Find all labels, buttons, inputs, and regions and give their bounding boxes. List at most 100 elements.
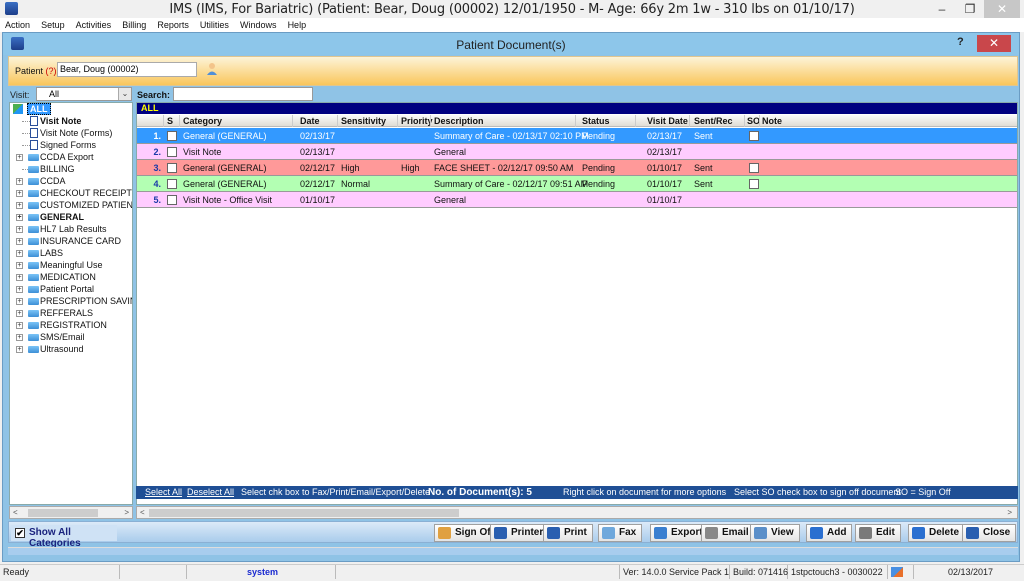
printer-button[interactable]: Printer [490, 524, 550, 542]
expand-icon[interactable]: + [16, 262, 23, 269]
expand-icon[interactable]: + [16, 202, 23, 209]
search-input[interactable] [173, 87, 313, 101]
expand-icon[interactable]: + [16, 190, 23, 197]
sign-off-checkbox[interactable] [749, 179, 759, 189]
tree-item[interactable]: + SMS/Email [10, 331, 132, 343]
expand-icon[interactable]: + [16, 346, 23, 353]
table-row[interactable]: 1. General (GENERAL) 02/13/17 Summary of Ca… [137, 128, 1017, 144]
view-button[interactable]: View [750, 524, 800, 542]
tree-item[interactable]: + Ultrasound [10, 343, 132, 355]
row-select-checkbox[interactable] [167, 147, 177, 157]
tree-item[interactable]: + PRESCRIPTION SAVINGS [10, 295, 132, 307]
row-select-checkbox[interactable] [167, 163, 177, 173]
tree-item[interactable]: + REGISTRATION [10, 319, 132, 331]
menu-windows[interactable]: Windows [236, 18, 281, 32]
column-header-sensitivity[interactable]: Sensitivity [341, 115, 386, 127]
scroll-right-arrow[interactable]: > [124, 507, 129, 519]
chevron-down-icon[interactable]: ⌄ [118, 88, 131, 100]
column-header-visit-date[interactable]: Visit Date [647, 115, 688, 127]
column-header-category[interactable]: Category [183, 115, 222, 127]
table-row[interactable]: 5. Visit Note - Office Visit 01/10/17 Gener… [137, 192, 1017, 208]
visit-select[interactable]: All ⌄ [36, 87, 132, 101]
menu-billing[interactable]: Billing [118, 18, 150, 32]
column-header-priority[interactable]: Priority [401, 115, 433, 127]
help-button[interactable]: ? [957, 36, 964, 48]
column-header-note[interactable]: Note [762, 115, 782, 127]
expand-icon[interactable]: + [16, 298, 23, 305]
tree-item[interactable]: + CUSTOMIZED PATIENT [10, 199, 132, 211]
expand-icon[interactable]: + [16, 274, 23, 281]
menu-reports[interactable]: Reports [153, 18, 193, 32]
expand-icon[interactable]: + [16, 214, 23, 221]
tree-item[interactable]: Signed Forms [10, 139, 132, 151]
expand-icon[interactable]: + [16, 286, 23, 293]
tree-item[interactable]: + Patient Portal [10, 283, 132, 295]
export-button[interactable]: Export [650, 524, 709, 542]
row-select-checkbox[interactable] [167, 131, 177, 141]
tree-item[interactable]: + CCDA Export [10, 151, 132, 163]
deselect-all-link[interactable]: Deselect All [187, 486, 234, 499]
column-header-sent-rec[interactable]: Sent/Rec [694, 115, 733, 127]
tree-item[interactable]: + MEDICATION [10, 271, 132, 283]
tree-item[interactable]: + CCDA [10, 175, 132, 187]
app-close-button[interactable]: ✕ [984, 0, 1020, 18]
scroll-thumb[interactable] [149, 509, 459, 517]
expand-icon[interactable]: + [16, 310, 23, 317]
table-row[interactable]: 2. Visit Note 02/13/17 General 02/13/17 [137, 144, 1017, 160]
window-close-button[interactable]: ✕ [977, 35, 1011, 52]
show-all-categories-toggle[interactable]: ✔ Show All Categories [11, 525, 117, 549]
column-header-s[interactable]: S [167, 115, 173, 127]
tree-item[interactable]: Visit Note (Forms) [10, 127, 132, 139]
tree-horizontal-scrollbar[interactable]: < > [9, 506, 133, 519]
scroll-left-arrow[interactable]: < [13, 507, 18, 519]
expand-icon[interactable]: + [16, 238, 23, 245]
minimize-button[interactable]: – [928, 0, 956, 18]
restore-button[interactable]: ❐ [956, 0, 984, 18]
table-row[interactable]: 4. General (GENERAL) 02/12/17 Normal Summary… [137, 176, 1017, 192]
scroll-left-arrow[interactable]: < [140, 507, 145, 519]
menu-utilities[interactable]: Utilities [196, 18, 233, 32]
tree-item[interactable]: + LABS [10, 247, 132, 259]
patient-help-link[interactable]: (?) [46, 66, 57, 76]
expand-icon[interactable]: + [16, 178, 23, 185]
expand-icon[interactable]: + [16, 226, 23, 233]
expand-icon[interactable]: + [16, 250, 23, 257]
tree-item[interactable]: BILLING [10, 163, 132, 175]
scroll-right-arrow[interactable]: > [1007, 507, 1012, 519]
show-all-checkbox[interactable]: ✔ [15, 528, 25, 538]
tree-item[interactable]: Visit Note [10, 115, 132, 127]
column-header-date[interactable]: Date [300, 115, 320, 127]
tree-item[interactable]: + CHECKOUT RECEIPT [10, 187, 132, 199]
email-button[interactable]: Email [701, 524, 755, 542]
table-row[interactable]: 3. General (GENERAL) 02/12/17 High High FACE … [137, 160, 1017, 176]
menu-activities[interactable]: Activities [72, 18, 116, 32]
expand-icon[interactable]: + [16, 322, 23, 329]
sign-off-checkbox[interactable] [749, 163, 759, 173]
tree-item[interactable]: + GENERAL [10, 211, 132, 223]
delete-button[interactable]: Delete [908, 524, 966, 542]
tree-item[interactable]: + HL7 Lab Results [10, 223, 132, 235]
close-button[interactable]: Close [962, 524, 1017, 542]
expand-icon[interactable]: + [16, 334, 23, 341]
fax-button[interactable]: Fax [598, 524, 643, 542]
tree-item[interactable]: + Meaningful Use [10, 259, 132, 271]
sign-off-checkbox[interactable] [749, 131, 759, 141]
column-header-status[interactable]: Status [582, 115, 610, 127]
print-button[interactable]: Print [543, 524, 593, 542]
menu-action[interactable]: Action [0, 18, 34, 32]
tree-item[interactable]: + INSURANCE CARD [10, 235, 132, 247]
column-header-description[interactable]: Description [434, 115, 484, 127]
grid-horizontal-scrollbar[interactable]: < > [136, 506, 1018, 519]
row-select-checkbox[interactable] [167, 179, 177, 189]
patient-field[interactable]: Bear, Doug (00002) [57, 62, 197, 77]
row-select-checkbox[interactable] [167, 195, 177, 205]
select-all-link[interactable]: Select All [145, 486, 182, 499]
edit-button[interactable]: Edit [855, 524, 901, 542]
tree-item[interactable]: + REFFERALS [10, 307, 132, 319]
menu-setup[interactable]: Setup [37, 18, 69, 32]
add-button[interactable]: Add [806, 524, 853, 542]
menu-help[interactable]: Help [284, 18, 311, 32]
scroll-thumb[interactable] [28, 509, 98, 517]
expand-icon[interactable]: + [16, 154, 23, 161]
tree-root-all[interactable]: ALL [10, 103, 132, 115]
